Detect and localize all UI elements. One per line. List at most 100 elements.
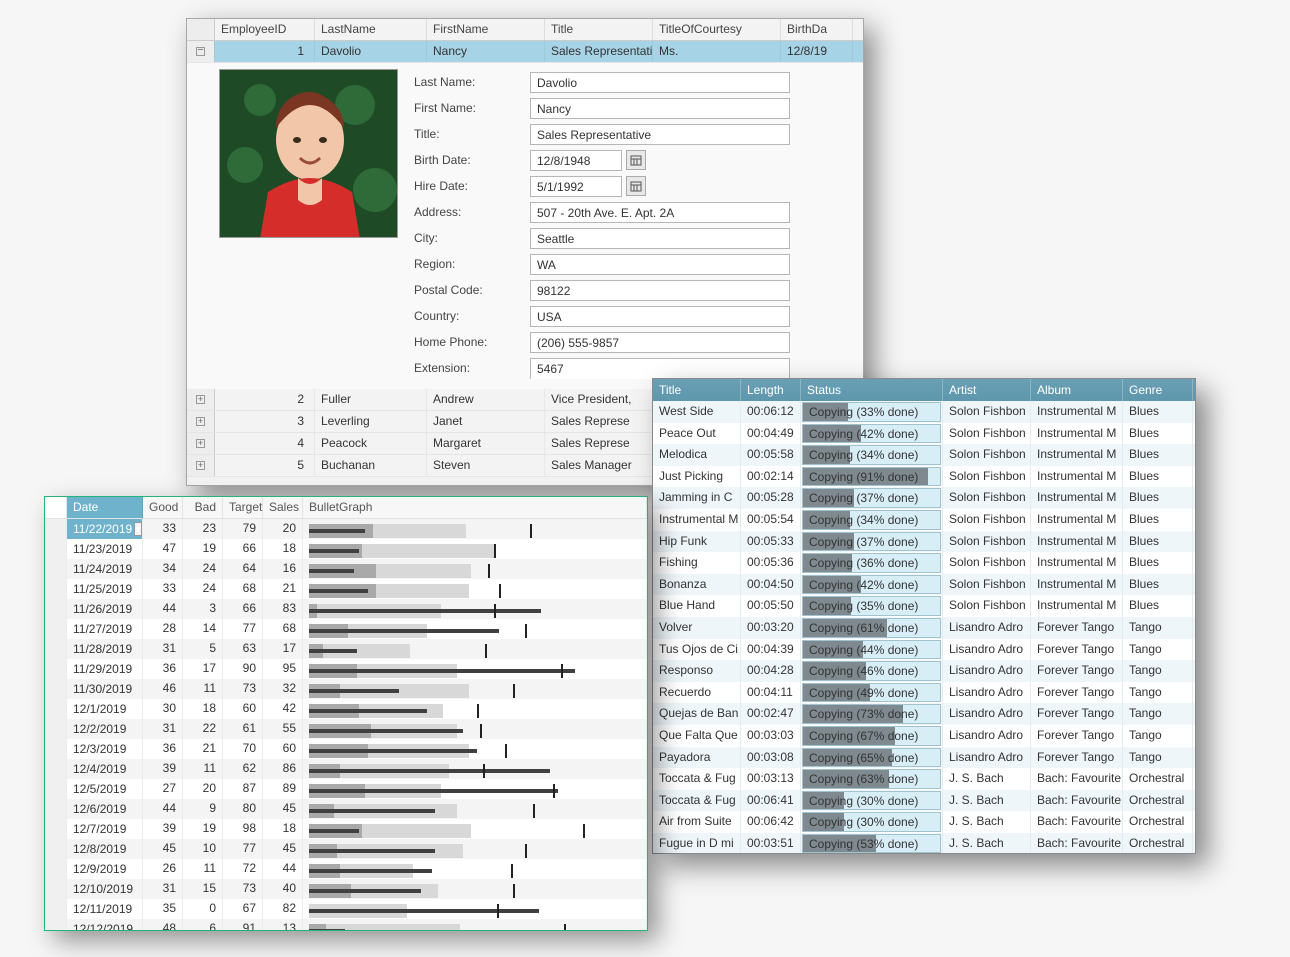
bullet-row[interactable]: 12/3/2019 36 21 70 60 [45,739,647,759]
header-genre[interactable]: Genre [1123,379,1193,401]
bullet-row[interactable]: 11/22/2019▾ 33 23 79 20 [45,519,647,539]
input-city[interactable]: Seattle [530,228,790,249]
song-row[interactable]: Just Picking 00:02:14 Copying (91% done)… [653,466,1195,488]
cell-date[interactable]: 12/8/2019 [67,839,143,859]
song-row[interactable]: Que Falta Que 00:03:03 Copying (67% done… [653,725,1195,747]
input-country[interactable]: USA [530,306,790,327]
input-region[interactable]: WA [530,254,790,275]
song-row[interactable]: Quejas de Ban 00:02:47 Copying (73% done… [653,703,1195,725]
header-status[interactable]: Status [801,379,943,401]
song-row[interactable]: Toccata & Fug 00:06:41 Copying (30% done… [653,790,1195,812]
song-row[interactable]: Payadora 00:03:08 Copying (65% done) Lis… [653,747,1195,769]
cell-date[interactable]: 12/4/2019 [67,759,143,779]
bullet-row[interactable]: 12/12/2019 48 6 91 13 [45,919,647,931]
bullet-row[interactable]: 12/4/2019 39 11 62 86 [45,759,647,779]
employee-row-selected[interactable]: − 1 Davolio Nancy Sales Representativ Ms… [187,41,863,63]
bullet-row[interactable]: 12/2/2019 31 22 61 55 [45,719,647,739]
bullet-row[interactable]: 11/29/2019 36 17 90 95 [45,659,647,679]
header-good[interactable]: Good [143,497,183,519]
cell-date[interactable]: 12/7/2019 [67,819,143,839]
bullet-row[interactable]: 12/1/2019 30 18 60 42 [45,699,647,719]
cell-date[interactable]: 12/10/2019 [67,879,143,899]
song-row[interactable]: Volver 00:03:20 Copying (61% done) Lisan… [653,617,1195,639]
song-row[interactable]: Air from Suite 00:06:42 Copying (30% don… [653,811,1195,833]
input-hiredate[interactable]: 5/1/1992 [530,176,622,197]
header-sales[interactable]: Sales [263,497,303,519]
song-row[interactable]: Bonanza 00:04:50 Copying (42% done) Solo… [653,574,1195,596]
song-row[interactable]: Recuerdo 00:04:11 Copying (49% done) Lis… [653,682,1195,704]
bullet-row[interactable]: 12/5/2019 27 20 87 89 [45,779,647,799]
calendar-icon[interactable] [626,176,646,196]
input-postalcode[interactable]: 98122 [530,280,790,301]
bullet-row[interactable]: 12/8/2019 45 10 77 45 [45,839,647,859]
song-row[interactable]: Jamming in C 00:05:28 Copying (37% done)… [653,487,1195,509]
cell-date[interactable]: 12/6/2019 [67,799,143,819]
header-employeeid[interactable]: EmployeeID [215,19,315,40]
bullet-row[interactable]: 12/11/2019 35 0 67 82 [45,899,647,919]
bullet-row[interactable]: 11/27/2019 28 14 77 68 [45,619,647,639]
cell-date[interactable]: 12/9/2019 [67,859,143,879]
header-album[interactable]: Album [1031,379,1123,401]
cell-date[interactable]: 11/26/2019 [67,599,143,619]
header-target[interactable]: Target [223,497,263,519]
song-row[interactable]: Peace Out 00:04:49 Copying (42% done) So… [653,423,1195,445]
cell-date[interactable]: 11/25/2019 [67,579,143,599]
bullet-row[interactable]: 11/26/2019 44 3 66 83 [45,599,647,619]
header-bulletgraph[interactable]: BulletGraph [303,497,647,519]
header-bad[interactable]: Bad [183,497,223,519]
input-birthdate[interactable]: 12/8/1948 [530,150,622,171]
bullet-row[interactable]: 12/9/2019 26 11 72 44 [45,859,647,879]
expand-icon[interactable]: + [196,417,205,426]
header-birthdate[interactable]: BirthDa [781,19,853,40]
chevron-down-icon[interactable]: ▾ [134,522,142,536]
cell-date[interactable]: 11/29/2019 [67,659,143,679]
cell-date[interactable]: 12/5/2019 [67,779,143,799]
input-title[interactable]: Sales Representative [530,124,790,145]
header-titleofcourtesy[interactable]: TitleOfCourtesy [653,19,781,40]
song-row[interactable]: Hip Funk 00:05:33 Copying (37% done) Sol… [653,531,1195,553]
input-firstname[interactable]: Nancy [530,98,790,119]
cell-date[interactable]: 11/30/2019 [67,679,143,699]
bullet-row[interactable]: 11/30/2019 46 11 73 32 [45,679,647,699]
song-row[interactable]: Instrumental M 00:05:54 Copying (34% don… [653,509,1195,531]
cell-date[interactable]: 12/12/2019 [67,919,143,931]
bullet-row[interactable]: 11/24/2019 34 24 64 16 [45,559,647,579]
cell-date[interactable]: 11/23/2019 [67,539,143,559]
expand-icon[interactable]: + [196,461,205,470]
cell-date[interactable]: 12/11/2019 [67,899,143,919]
header-title[interactable]: Title [545,19,653,40]
header-lastname[interactable]: LastName [315,19,427,40]
bullet-row[interactable]: 11/23/2019 47 19 66 18 [45,539,647,559]
cell-date[interactable]: 12/3/2019 [67,739,143,759]
collapse-icon[interactable]: − [196,47,205,56]
header-artist[interactable]: Artist [943,379,1031,401]
song-row[interactable]: Responso 00:04:28 Copying (46% done) Lis… [653,660,1195,682]
song-row[interactable]: Tus Ojos de Ci 00:04:39 Copying (44% don… [653,639,1195,661]
song-row[interactable]: Toccata & Fug 00:03:13 Copying (63% done… [653,768,1195,790]
input-lastname[interactable]: Davolio [530,72,790,93]
cell-date[interactable]: 11/24/2019 [67,559,143,579]
song-row[interactable]: Blue Hand 00:05:50 Copying (35% done) So… [653,595,1195,617]
cell-date[interactable]: 11/28/2019 [67,639,143,659]
calendar-icon[interactable] [626,150,646,170]
cell-date[interactable]: 11/22/2019▾ [67,519,143,539]
bullet-row[interactable]: 12/7/2019 39 19 98 18 [45,819,647,839]
song-row[interactable]: West Side 00:06:12 Copying (33% done) So… [653,401,1195,423]
header-firstname[interactable]: FirstName [427,19,545,40]
bullet-row[interactable]: 11/28/2019 31 5 63 17 [45,639,647,659]
expand-icon[interactable]: + [196,395,205,404]
expand-icon[interactable]: + [196,439,205,448]
input-address[interactable]: 507 - 20th Ave. E. Apt. 2A [530,202,790,223]
input-homephone[interactable]: (206) 555-9857 [530,332,790,353]
cell-date[interactable]: 12/2/2019 [67,719,143,739]
song-row[interactable]: Fugue in D mi 00:03:51 Copying (53% done… [653,833,1195,854]
cell-date[interactable]: 12/1/2019 [67,699,143,719]
header-length[interactable]: Length [741,379,801,401]
cell-date[interactable]: 11/27/2019 [67,619,143,639]
header-song-title[interactable]: Title [653,379,741,401]
song-row[interactable]: Melodica 00:05:58 Copying (34% done) Sol… [653,444,1195,466]
bullet-row[interactable]: 12/6/2019 44 9 80 45 [45,799,647,819]
song-row[interactable]: Fishing 00:05:36 Copying (36% done) Solo… [653,552,1195,574]
input-extension[interactable]: 5467 [530,358,790,379]
bullet-row[interactable]: 11/25/2019 33 24 68 21 [45,579,647,599]
